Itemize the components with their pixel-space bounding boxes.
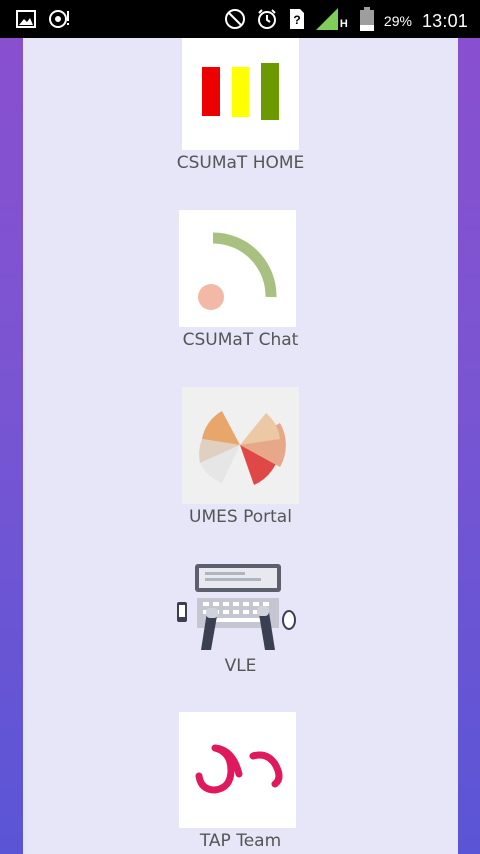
csumat-home-bars-icon[interactable] xyxy=(182,38,299,150)
app-label-tap-team[interactable]: TAP Team xyxy=(23,831,458,851)
clock-time: 13:01 xyxy=(421,10,468,31)
app-tile-tap-team[interactable]: TAP Team xyxy=(23,712,458,854)
app-label-csumat-chat[interactable]: CSUMaT Chat xyxy=(23,330,458,350)
sync-alert-icon xyxy=(48,8,72,34)
status-left xyxy=(16,8,72,34)
battery-icon xyxy=(359,7,374,35)
app-tile-csumat-chat[interactable]: CSUMaT Chat xyxy=(23,210,458,355)
app-label-vle[interactable]: VLE xyxy=(23,656,458,676)
app-label-umes-portal[interactable]: UMES Portal xyxy=(23,507,458,527)
do-not-disturb-icon xyxy=(224,8,246,34)
app-tile-vle[interactable]: VLE xyxy=(23,562,458,682)
app-tile-csumat-home[interactable]: CSUMaT HOME xyxy=(23,38,458,183)
signal-icon: H xyxy=(315,8,350,34)
vle-laptop-icon[interactable] xyxy=(173,562,298,652)
unknown-sim-icon: ? xyxy=(288,8,306,34)
tap-team-logo-icon[interactable] xyxy=(179,712,296,828)
alarm-icon xyxy=(256,8,278,34)
csumat-chat-arc-icon[interactable] xyxy=(179,210,296,327)
app-tile-umes-portal[interactable]: UMES Portal xyxy=(23,387,458,532)
image-icon xyxy=(16,9,36,33)
status-right: ? H 29% 13:01 xyxy=(224,7,468,35)
svg-text:?: ? xyxy=(293,13,300,27)
status-bar: ? H 29% 13:01 xyxy=(0,0,480,38)
umes-portal-flower-icon[interactable] xyxy=(182,387,299,504)
app-list-panel[interactable]: CSUMaT HOME CSUMaT Chat UMES Portal VLE … xyxy=(23,38,458,854)
app-label-csumat-home[interactable]: CSUMaT HOME xyxy=(23,153,458,173)
battery-percentage: 29% xyxy=(383,13,412,29)
network-type-label: H xyxy=(339,18,348,30)
